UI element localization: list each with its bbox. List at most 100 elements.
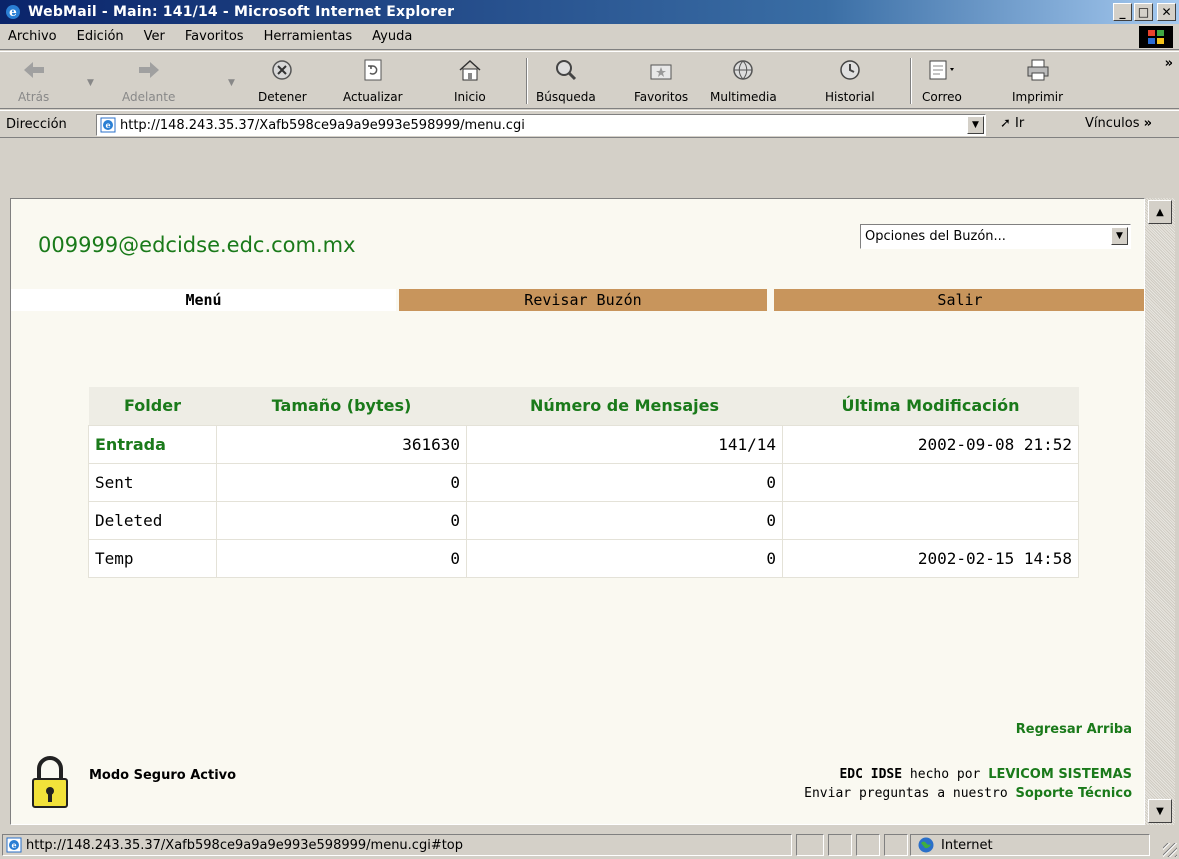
links-button[interactable]: Vínculos » bbox=[1085, 116, 1152, 131]
secure-mode-label: Modo Seguro Activo bbox=[89, 768, 237, 783]
favorites-label: Favoritos bbox=[634, 90, 689, 104]
status-cell bbox=[828, 834, 852, 856]
status-url-panel: e http://148.243.35.37/Xafb598ce9a9a9e99… bbox=[2, 834, 792, 856]
refresh-label: Actualizar bbox=[343, 90, 403, 104]
search-label: Búsqueda bbox=[536, 90, 596, 104]
media-label: Multimedia bbox=[710, 90, 777, 104]
status-url: http://148.243.35.37/Xafb598ce9a9a9e993e… bbox=[26, 837, 464, 853]
support-link[interactable]: Soporte Técnico bbox=[1015, 786, 1132, 801]
nav-row: Menú Revisar Buzón Salir bbox=[11, 289, 1144, 311]
go-arrow-icon: ➚ bbox=[1000, 116, 1011, 131]
address-dropdown-arrow[interactable]: ▼ bbox=[967, 116, 984, 134]
table-row: Entrada 361630 141/14 2002-09-08 21:52 bbox=[88, 424, 1079, 464]
forward-button[interactable]: Adelante bbox=[122, 56, 175, 104]
folder-table: Folder Tamaño (bytes) Número de Mensajes… bbox=[88, 387, 1079, 578]
forward-dropdown-icon[interactable]: ▼ bbox=[228, 78, 235, 88]
media-button[interactable]: Multimedia bbox=[710, 56, 777, 104]
header-folder: Folder bbox=[88, 387, 217, 425]
back-dropdown-icon[interactable]: ▼ bbox=[87, 78, 94, 88]
menu-edicion[interactable]: Edición bbox=[69, 29, 136, 44]
mailbox-options-value: Opciones del Buzón... bbox=[865, 229, 1006, 244]
back-to-top-link[interactable]: Regresar Arriba bbox=[1016, 722, 1132, 737]
folder-size: 361630 bbox=[216, 424, 467, 464]
history-clock-icon bbox=[836, 56, 864, 84]
menu-archivo[interactable]: Archivo bbox=[0, 29, 69, 44]
check-mailbox-link[interactable]: Revisar Buzón bbox=[399, 289, 767, 311]
exit-link[interactable]: Salir bbox=[774, 289, 1144, 311]
svg-text:e: e bbox=[105, 120, 110, 130]
menu-herramientas[interactable]: Herramientas bbox=[256, 29, 365, 44]
stop-icon bbox=[268, 56, 296, 84]
scroll-down-arrow-icon[interactable]: ▼ bbox=[1148, 799, 1172, 823]
scroll-up-arrow-icon[interactable]: ▲ bbox=[1148, 200, 1172, 224]
history-button[interactable]: Historial bbox=[825, 56, 875, 104]
company-link[interactable]: LEVICOM SISTEMAS bbox=[988, 767, 1132, 782]
menu-bar: Archivo Edición Ver Favoritos Herramient… bbox=[0, 24, 1179, 50]
folder-messages: 0 bbox=[466, 538, 783, 578]
folder-size: 0 bbox=[216, 500, 467, 540]
mail-label: Correo bbox=[922, 90, 962, 104]
folder-name: Deleted bbox=[88, 500, 217, 540]
header-size: Tamaño (bytes) bbox=[216, 387, 467, 425]
folder-modified bbox=[782, 462, 1079, 502]
minimize-button[interactable]: _ bbox=[1113, 3, 1132, 21]
search-icon bbox=[552, 56, 580, 84]
go-button[interactable]: ➚ Ir bbox=[1000, 116, 1024, 131]
print-label: Imprimir bbox=[1012, 90, 1064, 104]
credits-line-1: EDC IDSE hecho por LEVICOM SISTEMAS bbox=[804, 765, 1132, 784]
forward-arrow-icon bbox=[135, 56, 163, 84]
home-button[interactable]: Inicio bbox=[454, 56, 486, 104]
forward-label: Adelante bbox=[122, 90, 176, 104]
history-label: Historial bbox=[825, 90, 875, 104]
home-label: Inicio bbox=[454, 90, 486, 104]
folder-name: Sent bbox=[88, 462, 217, 502]
padlock-icon bbox=[32, 756, 68, 808]
standard-toolbar: Atrás ▼ Adelante ▼ Detener Actualizar In… bbox=[0, 51, 1179, 109]
table-row: Sent 0 0 bbox=[88, 462, 1079, 502]
print-button[interactable]: Imprimir bbox=[1012, 56, 1063, 104]
folder-size: 0 bbox=[216, 538, 467, 578]
nav-menu: Menú bbox=[11, 289, 396, 311]
back-button[interactable]: Atrás bbox=[18, 56, 49, 104]
folder-messages: 0 bbox=[466, 462, 783, 502]
mail-button[interactable]: Correo bbox=[922, 56, 962, 104]
maximize-button[interactable]: □ bbox=[1134, 3, 1153, 21]
svg-text:e: e bbox=[11, 840, 16, 850]
address-bar: Dirección e http://148.243.35.37/Xafb598… bbox=[0, 110, 1179, 138]
menu-ver[interactable]: Ver bbox=[136, 29, 177, 44]
mailbox-options-arrow[interactable]: ▼ bbox=[1111, 227, 1128, 245]
title-bar[interactable]: e WebMail - Main: 141/14 - Microsoft Int… bbox=[0, 0, 1179, 24]
status-cell bbox=[884, 834, 908, 856]
refresh-button[interactable]: Actualizar bbox=[343, 56, 403, 104]
close-button[interactable]: ✕ bbox=[1157, 3, 1176, 21]
security-zone-panel: Internet bbox=[910, 834, 1150, 856]
refresh-icon bbox=[359, 56, 387, 84]
vertical-scrollbar[interactable]: ▲ ▼ bbox=[1145, 198, 1175, 825]
toolbar-separator bbox=[526, 58, 528, 104]
credit-made-by: hecho por bbox=[909, 767, 981, 782]
folder-link-entrada[interactable]: Entrada bbox=[88, 424, 217, 464]
page-content: 009999@edcidse.edc.com.mx Opciones del B… bbox=[10, 198, 1145, 825]
search-button[interactable]: Búsqueda bbox=[536, 56, 596, 104]
resize-grip-icon[interactable] bbox=[1163, 843, 1177, 857]
favorites-star-icon bbox=[647, 56, 675, 84]
menu-favoritos[interactable]: Favoritos bbox=[177, 29, 256, 44]
back-arrow-icon bbox=[20, 56, 48, 84]
menu-ayuda[interactable]: Ayuda bbox=[364, 29, 424, 44]
internet-globe-icon bbox=[918, 837, 934, 853]
stop-button[interactable]: Detener bbox=[258, 56, 307, 104]
status-cell bbox=[796, 834, 824, 856]
page-icon: e bbox=[100, 117, 116, 133]
address-url: http://148.243.35.37/Xafb598ce9a9a9e993e… bbox=[120, 117, 525, 133]
stop-label: Detener bbox=[258, 90, 307, 104]
user-email: 009999@edcidse.edc.com.mx bbox=[38, 233, 356, 257]
svg-text:e: e bbox=[9, 5, 17, 19]
favorites-button[interactable]: Favoritos bbox=[634, 56, 688, 104]
address-input[interactable]: e http://148.243.35.37/Xafb598ce9a9a9e99… bbox=[96, 114, 986, 136]
mailbox-options-select[interactable]: Opciones del Buzón... ▼ bbox=[860, 224, 1131, 249]
toolbar-separator bbox=[910, 58, 912, 104]
toolbar-more-chevron[interactable]: » bbox=[1165, 56, 1173, 71]
folder-name: Temp bbox=[88, 538, 217, 578]
home-icon bbox=[456, 56, 484, 84]
window-title: WebMail - Main: 141/14 - Microsoft Inter… bbox=[28, 4, 455, 20]
